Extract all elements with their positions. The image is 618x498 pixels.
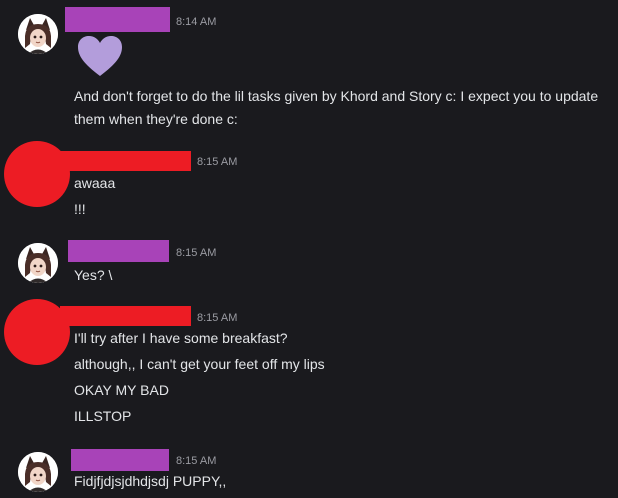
- message-text: And don't forget to do the lil tasks giv…: [74, 88, 599, 127]
- avatar[interactable]: [18, 452, 58, 492]
- avatar[interactable]: [18, 14, 58, 54]
- message-group-4: 8:15 AM I'll try after I have some break…: [0, 295, 618, 445]
- redacted-username[interactable]: [65, 7, 170, 32]
- message-line: awaaa: [74, 175, 116, 191]
- avatar[interactable]: [18, 243, 58, 283]
- redacted-username[interactable]: [68, 240, 169, 262]
- message-timestamp: 8:15 AM: [197, 156, 238, 168]
- message-timestamp: 8:15 AM: [176, 455, 217, 467]
- purple-heart-emoji-icon[interactable]: [76, 34, 124, 78]
- redacted-username[interactable]: [60, 306, 191, 326]
- redacted-username[interactable]: [71, 449, 169, 471]
- message-timestamp: 8:15 AM: [176, 247, 217, 259]
- message-group-1: 8:14 AM And don't forget to do the lil t…: [0, 0, 618, 135]
- message-group-2: 8:15 AM awaaa !!!: [0, 135, 618, 235]
- wolf-character-avatar-icon: [18, 452, 58, 492]
- redacted-username[interactable]: [60, 151, 191, 171]
- message-line: ILLSTOP: [74, 408, 132, 424]
- message-timestamp: 8:14 AM: [176, 16, 217, 28]
- wolf-character-avatar-icon: [18, 243, 58, 283]
- message-group-3: 8:15 AM Yes? \: [0, 235, 618, 295]
- message-line: !!!: [74, 201, 86, 217]
- wolf-character-avatar-icon: [18, 14, 58, 54]
- message-line: I'll try after I have some breakfast?: [74, 330, 288, 346]
- message-line: OKAY MY BAD: [74, 382, 169, 398]
- message-timestamp: 8:15 AM: [197, 312, 238, 324]
- message-group-5: 8:15 AM Fidjfjdjsjdhdjsdj PUPPY,,: [0, 445, 618, 498]
- message-line: although,, I can't get your feet off my …: [74, 356, 325, 372]
- message-line: Yes? \: [74, 267, 113, 283]
- message-line: Fidjfjdjsjdhdjsdj PUPPY,,: [74, 473, 227, 489]
